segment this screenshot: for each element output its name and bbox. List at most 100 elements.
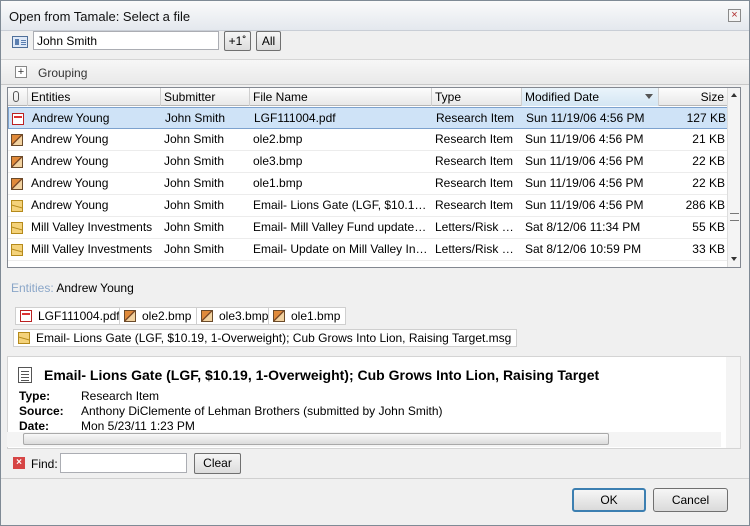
pdf-icon xyxy=(12,113,24,125)
table-row[interactable]: Mill Valley Investments John Smith Email- … xyxy=(8,239,728,261)
column-header-modified-date[interactable]: Modified Date xyxy=(522,88,659,106)
cell-date: Sat 8/12/06 11:34 PM xyxy=(525,220,641,234)
bmp-icon xyxy=(124,310,136,322)
all-button[interactable]: All xyxy=(256,31,281,51)
type-value: Research Item xyxy=(81,389,160,403)
cell-entity: Andrew Young xyxy=(31,154,109,168)
cell-type: Research Item xyxy=(435,154,514,168)
footer-divider xyxy=(1,478,749,479)
entities-summary: Entities: Andrew Young xyxy=(11,281,134,295)
msg-icon xyxy=(11,244,23,256)
cell-size: 22 KB xyxy=(692,154,725,168)
clear-button[interactable]: Clear xyxy=(194,453,241,474)
table-row[interactable]: Mill Valley Investments John Smith Email- … xyxy=(8,217,728,239)
entities-value: Andrew Young xyxy=(56,281,134,295)
attachment-item[interactable]: ole1.bmp xyxy=(268,307,347,325)
cell-submitter: John Smith xyxy=(164,242,225,256)
table-row[interactable]: Andrew Young John Smith LGF111004.pdf Resea… xyxy=(8,107,728,129)
source-value: Anthony DiClemente of Lehman Brothers (s… xyxy=(81,404,443,418)
cell-file: ole1.bmp xyxy=(253,176,303,190)
cell-size: 33 KB xyxy=(692,242,725,256)
ok-button[interactable]: OK xyxy=(572,488,646,512)
scroll-thumb[interactable] xyxy=(730,213,739,221)
column-header-submitter[interactable]: Submitter xyxy=(161,88,250,106)
title-bar: Open from Tamale: Select a file × xyxy=(1,1,749,31)
preview-horizontal-scrollbar[interactable] xyxy=(7,432,721,447)
cell-type: Letters/Risk R... xyxy=(435,242,521,256)
cell-submitter: John Smith xyxy=(164,220,225,234)
close-icon[interactable]: × xyxy=(728,9,741,22)
bmp-icon xyxy=(273,310,285,322)
bmp-icon xyxy=(11,178,23,190)
attachment-item[interactable]: ole3.bmp xyxy=(196,307,275,325)
cell-entity: Andrew Young xyxy=(31,198,109,212)
table-row[interactable]: Andrew Young John Smith ole1.bmp Research I… xyxy=(8,173,728,195)
grouping-label: Grouping xyxy=(38,66,88,80)
cell-type: Letters/Risk R... xyxy=(435,220,521,234)
grouping-bar[interactable]: + Grouping xyxy=(1,59,749,85)
entities-label: Entities: xyxy=(11,281,54,295)
cell-entity: Andrew Young xyxy=(31,176,109,190)
attachment-item[interactable]: ole2.bmp xyxy=(119,307,198,325)
table-row[interactable]: Andrew Young John Smith ole2.bmp Research I… xyxy=(8,129,728,151)
bmp-icon xyxy=(201,310,213,322)
cell-file: LGF111004.pdf xyxy=(254,111,336,125)
attachment-column-header[interactable] xyxy=(8,88,28,106)
attachment-item[interactable]: Email- Lions Gate (LGF, $10.19, 1-Overwe… xyxy=(13,329,518,347)
cell-size: 21 KB xyxy=(692,132,725,146)
cancel-button[interactable]: Cancel xyxy=(653,488,728,512)
cell-type: Research Item xyxy=(436,111,515,125)
attachment-label: Email- Lions Gate (LGF, $10.19, 1-Overwe… xyxy=(36,331,512,345)
open-file-dialog: Open from Tamale: Select a file × +1˚ Al… xyxy=(0,0,750,526)
cell-file: Email- Update on Mill Valley Inve... xyxy=(253,242,432,256)
attachment-item[interactable]: LGF111004.pdf xyxy=(15,307,126,325)
attachment-label: ole1.bmp xyxy=(291,309,341,323)
table-row[interactable]: Andrew Young John Smith ole3.bmp Research I… xyxy=(8,151,728,173)
cell-file: ole2.bmp xyxy=(253,132,303,146)
cell-submitter: John Smith xyxy=(164,132,225,146)
scroll-up-icon[interactable] xyxy=(731,93,737,97)
date-value: Mon 5/23/11 1:23 PM xyxy=(81,419,195,433)
column-header-entities[interactable]: Entities xyxy=(28,88,161,106)
horizontal-scroll-thumb[interactable] xyxy=(23,433,609,445)
file-grid: Entities Submitter File Name Type Modifi… xyxy=(7,87,741,268)
expand-icon[interactable]: + xyxy=(15,66,27,78)
find-label: Find: xyxy=(31,457,58,471)
grid-header: Entities Submitter File Name Type Modifi… xyxy=(8,88,728,106)
preview-vertical-scrollbar[interactable] xyxy=(726,357,740,448)
column-header-type[interactable]: Type xyxy=(432,88,522,106)
msg-icon xyxy=(11,200,23,212)
scroll-down-icon[interactable] xyxy=(731,257,737,261)
column-header-file-name[interactable]: File Name xyxy=(250,88,432,106)
cell-size: 22 KB xyxy=(692,176,725,190)
date-label: Date: xyxy=(19,419,50,433)
attachment-label: ole2.bmp xyxy=(142,309,192,323)
cell-entity: Andrew Young xyxy=(32,111,110,125)
table-row[interactable]: Andrew Young John Smith Email- Lions Gate … xyxy=(8,195,728,217)
cell-date: Sat 8/12/06 10:59 PM xyxy=(525,242,642,256)
cell-size: 55 KB xyxy=(692,220,725,234)
bmp-icon xyxy=(11,134,23,146)
cell-submitter: John Smith xyxy=(165,111,226,125)
cell-submitter: John Smith xyxy=(164,198,225,212)
type-label: Type: xyxy=(19,389,51,403)
grid-vertical-scrollbar[interactable] xyxy=(727,88,740,267)
cell-date: Sun 11/19/06 4:56 PM xyxy=(525,198,644,212)
cell-date: Sun 11/19/06 4:56 PM xyxy=(525,154,644,168)
find-input[interactable] xyxy=(60,453,187,473)
cell-type: Research Item xyxy=(435,176,514,190)
attachment-label: LGF111004.pdf xyxy=(38,309,120,323)
cell-size: 127 KB xyxy=(686,111,726,125)
cell-size: 286 KB xyxy=(685,198,725,212)
cell-date: Sun 11/19/06 4:56 PM xyxy=(525,132,644,146)
source-label: Source: xyxy=(19,404,64,418)
cell-submitter: John Smith xyxy=(164,154,225,168)
contact-card-icon xyxy=(12,36,28,48)
column-header-size[interactable]: Size xyxy=(659,88,728,106)
entity-input[interactable] xyxy=(33,31,219,50)
cell-submitter: John Smith xyxy=(164,176,225,190)
entity-toolbar: +1˚ All xyxy=(1,31,749,55)
preview-title: Email- Lions Gate (LGF, $10.19, 1-Overwe… xyxy=(44,367,600,383)
plus-one-button[interactable]: +1˚ xyxy=(224,31,251,51)
close-find-icon[interactable]: × xyxy=(13,457,25,469)
